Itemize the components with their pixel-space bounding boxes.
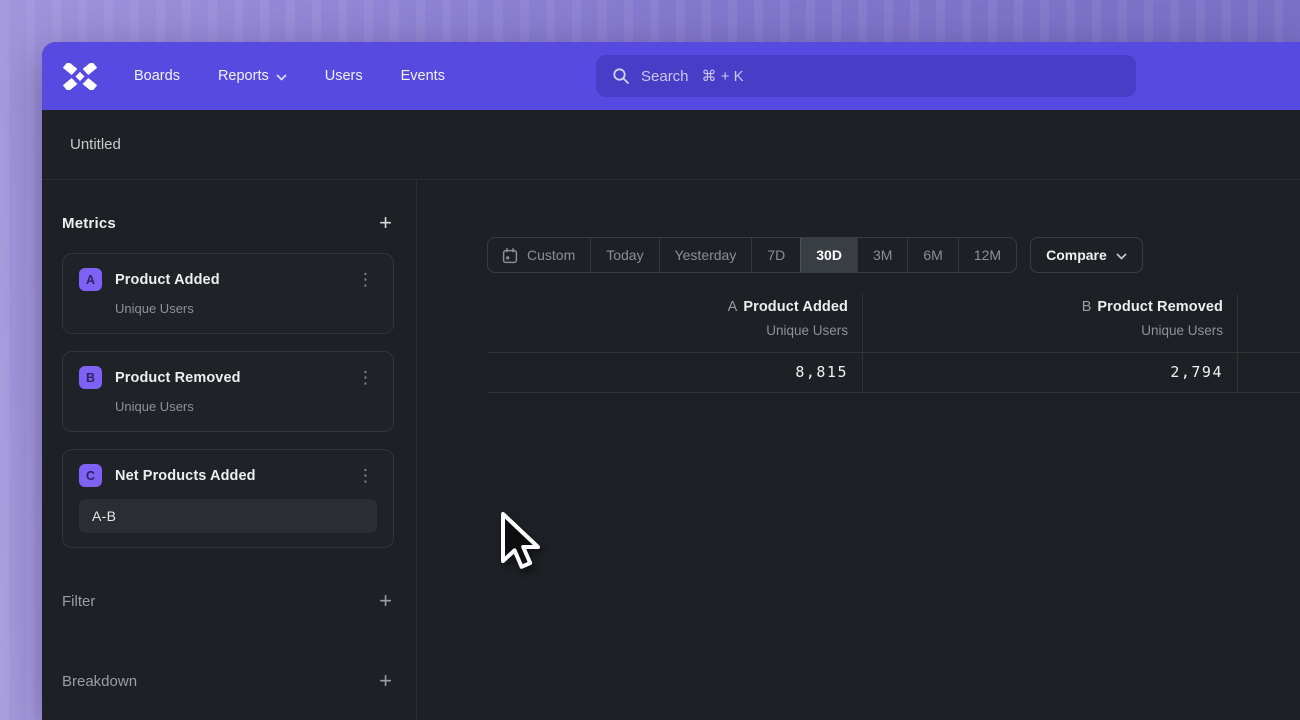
- range-3m[interactable]: 3M: [857, 238, 907, 272]
- metric-measurement[interactable]: Unique Users: [115, 399, 377, 414]
- metric-name[interactable]: Net Products Added: [115, 468, 256, 484]
- nav-items: Boards Reports Users Events: [134, 68, 445, 84]
- range-label: 30D: [816, 247, 842, 263]
- report-title[interactable]: Untitled: [70, 136, 121, 153]
- column-header-b[interactable]: B Product Removed Unique Users: [863, 294, 1238, 353]
- add-metric-button[interactable]: +: [377, 214, 394, 232]
- metric-card-b[interactable]: B Product Removed ⋮ Unique Users: [62, 351, 394, 432]
- value-cell-b[interactable]: 2,794: [863, 353, 1238, 393]
- compare-label: Compare: [1046, 247, 1107, 263]
- filter-label: Filter: [62, 593, 95, 610]
- date-toolbar: Custom Today Yesterday 7D 30D 3M 6M 12M …: [487, 237, 1300, 273]
- metric-badge-a: A: [79, 268, 102, 291]
- search-shortcut: ⌘ + K: [702, 67, 744, 85]
- metric-name[interactable]: Product Removed: [115, 370, 241, 386]
- range-custom[interactable]: Custom: [488, 238, 590, 272]
- nav-item-label: Reports: [218, 68, 269, 84]
- column-letter: B: [1082, 299, 1092, 315]
- nav-item-users[interactable]: Users: [325, 68, 363, 84]
- column-name: Product Added: [743, 299, 848, 315]
- kebab-menu-icon[interactable]: ⋮: [354, 273, 377, 287]
- results-panel: Custom Today Yesterday 7D 30D 3M 6M 12M …: [417, 180, 1300, 720]
- nav-item-label: Events: [401, 68, 445, 84]
- query-sidebar: Metrics + A Product Added ⋮ Unique Users…: [42, 180, 417, 720]
- metrics-label: Metrics: [62, 215, 116, 232]
- range-yesterday[interactable]: Yesterday: [659, 238, 752, 272]
- formula-input[interactable]: A-B: [79, 499, 377, 533]
- mixpanel-logo-icon[interactable]: [62, 63, 98, 90]
- filter-section-header: Filter +: [62, 588, 394, 614]
- breakdown-label: Breakdown: [62, 673, 137, 690]
- compare-button[interactable]: Compare: [1030, 237, 1143, 273]
- chevron-down-icon: [1116, 253, 1127, 260]
- metric-badge-b: B: [79, 366, 102, 389]
- range-label: 7D: [767, 247, 785, 263]
- value-cell-a[interactable]: 8,815: [487, 353, 863, 393]
- kebab-menu-icon[interactable]: ⋮: [354, 371, 377, 385]
- range-12m[interactable]: 12M: [958, 238, 1016, 272]
- value-cell-spacer: [1238, 353, 1300, 393]
- top-nav: Boards Reports Users Events Search ⌘ + K: [42, 42, 1300, 110]
- metric-badge-c: C: [79, 464, 102, 487]
- column-subtitle: Unique Users: [863, 323, 1223, 338]
- calendar-icon: [502, 248, 518, 264]
- column-subtitle: Unique Users: [487, 323, 848, 338]
- range-label: 3M: [873, 247, 892, 263]
- results-table: A Product Added Unique Users B Product Rem…: [487, 294, 1300, 393]
- range-label: Today: [606, 247, 643, 263]
- breakdown-section-header: Breakdown +: [62, 668, 394, 694]
- search-icon: [612, 67, 630, 85]
- range-label: 12M: [974, 247, 1001, 263]
- kebab-menu-icon[interactable]: ⋮: [354, 469, 377, 483]
- search-input[interactable]: Search ⌘ + K: [596, 55, 1136, 97]
- range-label: Custom: [527, 247, 575, 263]
- range-label: Yesterday: [675, 247, 737, 263]
- metrics-section-header: Metrics +: [62, 210, 394, 236]
- nav-item-label: Boards: [134, 68, 180, 84]
- metric-name[interactable]: Product Added: [115, 272, 220, 288]
- range-7d[interactable]: 7D: [751, 238, 800, 272]
- search-placeholder: Search: [641, 68, 689, 85]
- nav-item-boards[interactable]: Boards: [134, 68, 180, 84]
- metric-measurement[interactable]: Unique Users: [115, 301, 377, 316]
- column-header-a[interactable]: A Product Added Unique Users: [487, 294, 863, 353]
- range-30d[interactable]: 30D: [800, 238, 857, 272]
- nav-item-label: Users: [325, 68, 363, 84]
- range-today[interactable]: Today: [590, 238, 658, 272]
- column-letter: A: [728, 299, 738, 315]
- metric-card-c[interactable]: C Net Products Added ⋮ A-B: [62, 449, 394, 548]
- date-range-control: Custom Today Yesterday 7D 30D 3M 6M 12M: [487, 237, 1017, 273]
- app-window: Boards Reports Users Events Search ⌘ + K…: [42, 42, 1300, 720]
- nav-item-reports[interactable]: Reports: [218, 68, 287, 84]
- column-header-spacer: [1238, 294, 1300, 353]
- nav-item-events[interactable]: Events: [401, 68, 445, 84]
- report-header: Untitled: [42, 110, 1300, 180]
- chevron-down-icon: [276, 74, 287, 81]
- metric-card-a[interactable]: A Product Added ⋮ Unique Users: [62, 253, 394, 334]
- range-6m[interactable]: 6M: [907, 238, 957, 272]
- add-breakdown-button[interactable]: +: [377, 672, 394, 690]
- range-label: 6M: [923, 247, 942, 263]
- column-name: Product Removed: [1097, 299, 1223, 315]
- add-filter-button[interactable]: +: [377, 592, 394, 610]
